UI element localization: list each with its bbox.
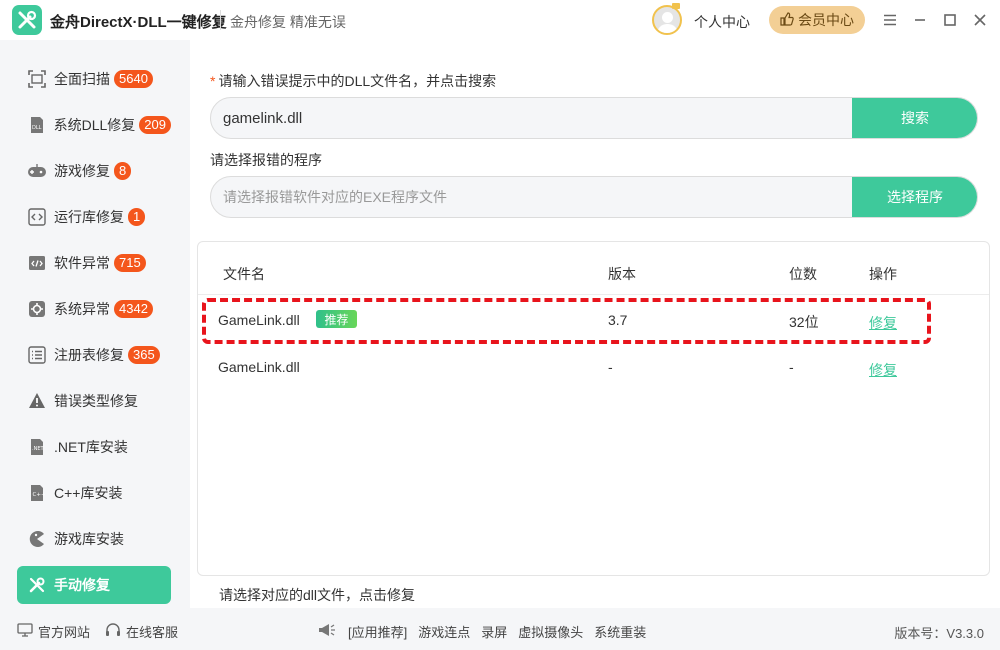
count-badge: 365: [128, 346, 160, 364]
highlight-box: [202, 298, 931, 344]
dll-search-row: 搜索: [210, 97, 978, 139]
count-badge: 4342: [114, 300, 153, 318]
sidebar-item-error-type-repair[interactable]: 错误类型修复: [17, 382, 171, 420]
app-recommend-label: [应用推荐]: [348, 625, 408, 640]
gamepad-icon: [27, 161, 47, 181]
monitor-icon: [17, 623, 33, 640]
row-bits: -: [789, 359, 794, 375]
thumbs-up-icon: [780, 11, 794, 29]
crown-icon: [672, 3, 680, 9]
count-badge: 209: [139, 116, 171, 134]
pacman-icon: [27, 529, 47, 549]
wrench-icon: [27, 575, 47, 595]
close-icon[interactable]: [970, 10, 990, 30]
program-select-label: 请选择报错的程序: [210, 152, 322, 168]
footer-link-game-clicker[interactable]: 游戏连点: [418, 622, 470, 641]
footer-link-system-reinstall[interactable]: 系统重装: [594, 622, 646, 641]
program-select-row: 选择程序: [210, 176, 978, 218]
count-badge: 1: [128, 208, 146, 226]
count-badge: 715: [114, 254, 146, 272]
count-badge: 8: [114, 162, 132, 180]
footer-link-screen-record[interactable]: 录屏: [481, 622, 507, 641]
row-filename: GameLink.dll: [218, 359, 300, 375]
title-divider: [220, 10, 221, 30]
warning-icon: [27, 391, 47, 411]
svg-text:C++: C++: [33, 492, 46, 498]
minimize-icon[interactable]: [910, 10, 930, 30]
dll-icon: DLL: [27, 115, 47, 135]
row-version: -: [608, 359, 613, 375]
sidebar-item-system-exception[interactable]: 系统异常 4342: [17, 290, 171, 328]
sidebar-item-cpp-install[interactable]: C++ C++库安装: [17, 474, 171, 512]
dll-results-table: 文件名 版本 位数 操作 GameLink.dll 推荐 3.7 32位 修复 …: [197, 241, 990, 576]
vip-center-label: 会员中心: [798, 12, 854, 28]
title-bar: 金舟DirectX·DLL一键修复 金舟修复 精准无误 个人中心 会员中心: [0, 0, 1000, 40]
cpp-icon: C++: [27, 483, 47, 503]
sidebar-item-game-repair[interactable]: 游戏修复 8: [17, 152, 171, 190]
app-logo-icon: [12, 5, 42, 35]
list-icon: [27, 345, 47, 365]
vip-center-button[interactable]: 会员中心: [769, 6, 865, 34]
megaphone-icon: [317, 622, 337, 641]
sidebar-item-software-exception[interactable]: 软件异常 715: [17, 244, 171, 282]
column-header-bits: 位数: [789, 266, 817, 282]
avatar[interactable]: [652, 5, 682, 35]
version-label: 版本号：V3.3.0: [894, 626, 984, 641]
app-title: 金舟DirectX·DLL一键修复: [50, 14, 227, 31]
sidebar: 全面扫描 5640 DLL 系统DLL修复 209 游戏修复 8 运行库修复 1…: [0, 40, 188, 608]
svg-text:DLL: DLL: [32, 125, 42, 131]
count-badge: 5640: [114, 70, 153, 88]
code-icon: [27, 207, 47, 227]
menu-icon[interactable]: [880, 10, 900, 30]
app-subtitle: 金舟修复 精准无误: [230, 14, 346, 30]
official-site-link[interactable]: 官方网站: [17, 622, 90, 641]
scan-icon: [27, 69, 47, 89]
column-header-filename: 文件名: [223, 266, 265, 282]
select-program-button[interactable]: 选择程序: [852, 177, 977, 217]
net-icon: .NET: [27, 437, 47, 457]
sidebar-item-system-dll[interactable]: DLL 系统DLL修复 209: [17, 106, 171, 144]
sidebar-item-game-library[interactable]: 游戏库安装: [17, 520, 171, 558]
sidebar-item-dotnet-install[interactable]: .NET .NET库安装: [17, 428, 171, 466]
gear-icon: [27, 299, 47, 319]
dll-input-label: * 请输入错误提示中的DLL文件名，并点击搜索: [210, 73, 497, 89]
sidebar-item-full-scan[interactable]: 全面扫描 5640: [17, 60, 171, 98]
sidebar-item-runtime-repair[interactable]: 运行库修复 1: [17, 198, 171, 236]
footer-bar: 官方网站 在线客服 [应用推荐] 游戏连点 录屏 虚拟摄像头 系统重装 版本号：…: [0, 608, 1000, 650]
header-divider: [198, 294, 989, 295]
headset-icon: [105, 622, 121, 641]
instruction-hint: 请选择对应的dll文件，点击修复: [219, 587, 416, 603]
sidebar-item-manual-repair[interactable]: 手动修复: [17, 566, 171, 604]
column-header-version: 版本: [608, 266, 636, 282]
personal-center-link[interactable]: 个人中心: [694, 12, 750, 32]
maximize-icon[interactable]: [940, 10, 960, 30]
code-window-icon: [27, 253, 47, 273]
sidebar-item-registry-repair[interactable]: 注册表修复 365: [17, 336, 171, 374]
main-panel: *请输入错误提示中的DLL文件名，并点击搜索 搜索 请选择报错的程序 选择程序 …: [190, 40, 1000, 608]
column-header-action: 操作: [869, 266, 897, 282]
dll-search-input[interactable]: [211, 98, 853, 138]
footer-link-virtual-camera[interactable]: 虚拟摄像头: [518, 622, 583, 641]
svg-text:.NET: .NET: [32, 446, 44, 452]
search-button[interactable]: 搜索: [852, 98, 977, 138]
app-recommend-group: [应用推荐] 游戏连点 录屏 虚拟摄像头 系统重装: [317, 622, 646, 641]
repair-link[interactable]: 修复: [869, 360, 897, 380]
program-path-input[interactable]: [211, 177, 853, 217]
online-service-link[interactable]: 在线客服: [105, 622, 178, 641]
